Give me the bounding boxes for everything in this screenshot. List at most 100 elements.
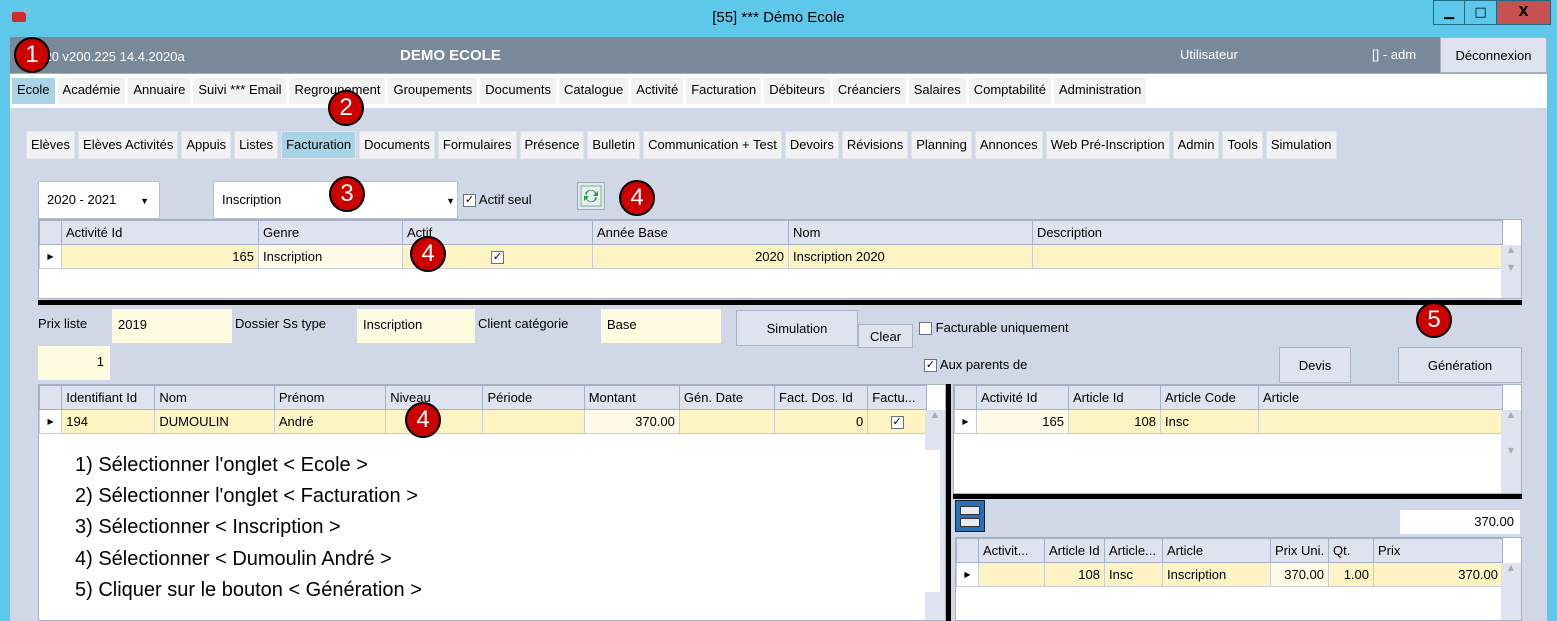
column-header[interactable]: Nom xyxy=(788,220,1033,245)
cell-id[interactable]: 194 xyxy=(61,409,156,434)
column-header[interactable]: Article Id xyxy=(1044,538,1105,563)
column-header[interactable]: Activité Id xyxy=(976,385,1069,410)
tab-revisions[interactable]: Révisions xyxy=(841,131,909,159)
menu-activite[interactable]: Activité xyxy=(631,78,684,104)
vertical-scrollbar[interactable]: ▲ ▼ xyxy=(1501,410,1521,493)
column-header[interactable]: Fact. Dos. Id xyxy=(774,385,869,410)
cell-qt[interactable]: 1.00 xyxy=(1328,562,1374,587)
cell-article-id[interactable]: 108 xyxy=(1068,409,1161,434)
column-header[interactable]: Article xyxy=(1258,385,1503,410)
menu-facturation[interactable]: Facturation xyxy=(686,78,762,104)
minimize-button[interactable]: ▁ xyxy=(1433,0,1465,25)
tab-listes[interactable]: Listes xyxy=(234,131,279,159)
tab-documents[interactable]: Documents xyxy=(359,131,435,159)
column-header[interactable]: Prix xyxy=(1373,538,1503,563)
tab-devoirs[interactable]: Devoirs xyxy=(784,131,839,159)
table-row[interactable]: ▶ 165 108 Insc xyxy=(954,409,1503,434)
cell-article-code[interactable]: Insc xyxy=(1160,409,1259,434)
facturable-checkbox[interactable]: Facturable uniquement xyxy=(919,320,1069,336)
tab-eleves-activites[interactable]: Elèves Activités xyxy=(78,131,179,159)
maximize-button[interactable]: □ xyxy=(1464,0,1497,25)
generation-button[interactable]: Génération xyxy=(1398,347,1522,383)
cell-activite[interactable] xyxy=(978,562,1045,587)
cell-prenom[interactable]: André xyxy=(273,409,387,434)
menu-groupements[interactable]: Groupements xyxy=(388,78,478,104)
cell-prix-uni[interactable]: 370.00 xyxy=(1270,562,1329,587)
cell-article-id[interactable]: 108 xyxy=(1044,562,1105,587)
tab-facturation[interactable]: Facturation xyxy=(281,131,357,159)
tab-presence[interactable]: Présence xyxy=(519,131,585,159)
vertical-scrollbar[interactable]: ▲ ▼ xyxy=(1501,245,1521,298)
column-header[interactable]: Article Id xyxy=(1068,385,1161,410)
tab-simulation[interactable]: Simulation xyxy=(1265,131,1337,159)
column-header[interactable]: Activité Id xyxy=(61,220,259,245)
tab-appuis[interactable]: Appuis xyxy=(181,131,232,159)
parents-checkbox[interactable]: ✓ Aux parents de xyxy=(924,357,1027,373)
vertical-scrollbar[interactable]: ▲ xyxy=(1501,563,1521,620)
cell-description[interactable] xyxy=(1032,244,1503,269)
column-header[interactable]: Identifiant Id xyxy=(61,385,156,410)
tab-communication[interactable]: Communication + Test xyxy=(643,131,782,159)
column-header[interactable]: Qt. xyxy=(1328,538,1374,563)
menu-salaires[interactable]: Salaires xyxy=(908,78,966,104)
cell-nom[interactable]: Inscription 2020 xyxy=(788,244,1033,269)
menu-debiteurs[interactable]: Débiteurs xyxy=(764,78,830,104)
menu-creanciers[interactable]: Créanciers xyxy=(832,78,906,104)
column-header[interactable]: Montant xyxy=(583,385,680,410)
menu-suivi-email[interactable]: Suivi *** Email xyxy=(193,78,287,104)
horizontal-splitter[interactable] xyxy=(953,494,1522,499)
column-header[interactable]: Prénom xyxy=(273,385,387,410)
menu-ecole[interactable]: Ecole xyxy=(12,78,55,104)
column-header[interactable]: Nom xyxy=(154,385,275,410)
column-header[interactable]: Gén. Date xyxy=(678,385,776,410)
menu-comptabilite[interactable]: Comptabilité xyxy=(968,78,1051,104)
cell-factu[interactable]: ✓ xyxy=(867,409,927,434)
tab-annonces[interactable]: Annonces xyxy=(974,131,1043,159)
menu-catalogue[interactable]: Catalogue xyxy=(559,78,629,104)
cell-annee-base[interactable]: 2020 xyxy=(592,244,789,269)
cell-article[interactable] xyxy=(1258,409,1503,434)
cell-montant[interactable]: 370.00 xyxy=(583,409,680,434)
checkbox-checked-icon[interactable]: ✓ xyxy=(491,251,504,265)
clear-button[interactable]: Clear xyxy=(858,324,913,348)
column-header[interactable]: Année Base xyxy=(592,220,789,245)
column-header[interactable]: Factu... xyxy=(867,385,927,410)
prix-liste-field[interactable]: 2019 xyxy=(112,309,232,343)
devis-button[interactable]: Devis xyxy=(1279,347,1351,383)
table-row[interactable]: ▶ 108 Insc Inscription 370.00 1.00 370.0… xyxy=(956,562,1503,587)
horizontal-splitter[interactable] xyxy=(38,300,1522,305)
column-header[interactable]: Description xyxy=(1032,220,1503,245)
column-header[interactable]: Article... xyxy=(1104,538,1163,563)
cell-prix[interactable]: 370.00 xyxy=(1373,562,1503,587)
simulation-button[interactable]: Simulation xyxy=(736,310,858,346)
menu-annuaire[interactable]: Annuaire xyxy=(128,78,191,104)
tab-tools[interactable]: Tools xyxy=(1222,131,1263,159)
cell-activite-id[interactable]: 165 xyxy=(976,409,1069,434)
menu-academie[interactable]: Académie xyxy=(57,78,126,104)
cell-article-code[interactable]: Insc xyxy=(1104,562,1163,587)
close-button[interactable]: X xyxy=(1496,0,1551,25)
active-only-checkbox[interactable]: ✓ Actif seul xyxy=(463,192,532,208)
tab-planning[interactable]: Planning xyxy=(911,131,972,159)
column-header[interactable]: Genre xyxy=(258,220,403,245)
tab-formulaires[interactable]: Formulaires xyxy=(437,131,517,159)
menu-administration[interactable]: Administration xyxy=(1053,78,1147,104)
tab-eleves[interactable]: Elèves xyxy=(26,131,76,159)
tab-admin[interactable]: Admin xyxy=(1172,131,1220,159)
logout-button[interactable]: Déconnexion xyxy=(1440,37,1547,73)
checkbox-checked-icon[interactable]: ✓ xyxy=(890,416,904,430)
column-header[interactable]: Article xyxy=(1162,538,1271,563)
refresh-button[interactable] xyxy=(577,182,605,210)
tab-web-pre-inscription[interactable]: Web Pré-Inscription xyxy=(1045,131,1170,159)
count-field[interactable]: 1 xyxy=(38,346,110,380)
client-categorie-field[interactable]: Base xyxy=(601,309,721,343)
cell-gen-date[interactable] xyxy=(678,409,776,434)
column-header[interactable]: Article Code xyxy=(1160,385,1259,410)
table-row[interactable]: ▶ 194 DUMOULIN André 370.00 0 ✓ xyxy=(38,409,927,434)
year-select[interactable]: 2020 - 2021 ▼ xyxy=(38,181,160,219)
cell-genre[interactable]: Inscription xyxy=(258,244,403,269)
tab-bulletin[interactable]: Bulletin xyxy=(587,131,641,159)
column-header[interactable]: Prix Uni. xyxy=(1270,538,1329,563)
table-row[interactable]: ▶ 165 Inscription ✓ 2020 Inscription 202… xyxy=(39,244,1503,269)
cell-nom[interactable]: DUMOULIN xyxy=(154,409,275,434)
